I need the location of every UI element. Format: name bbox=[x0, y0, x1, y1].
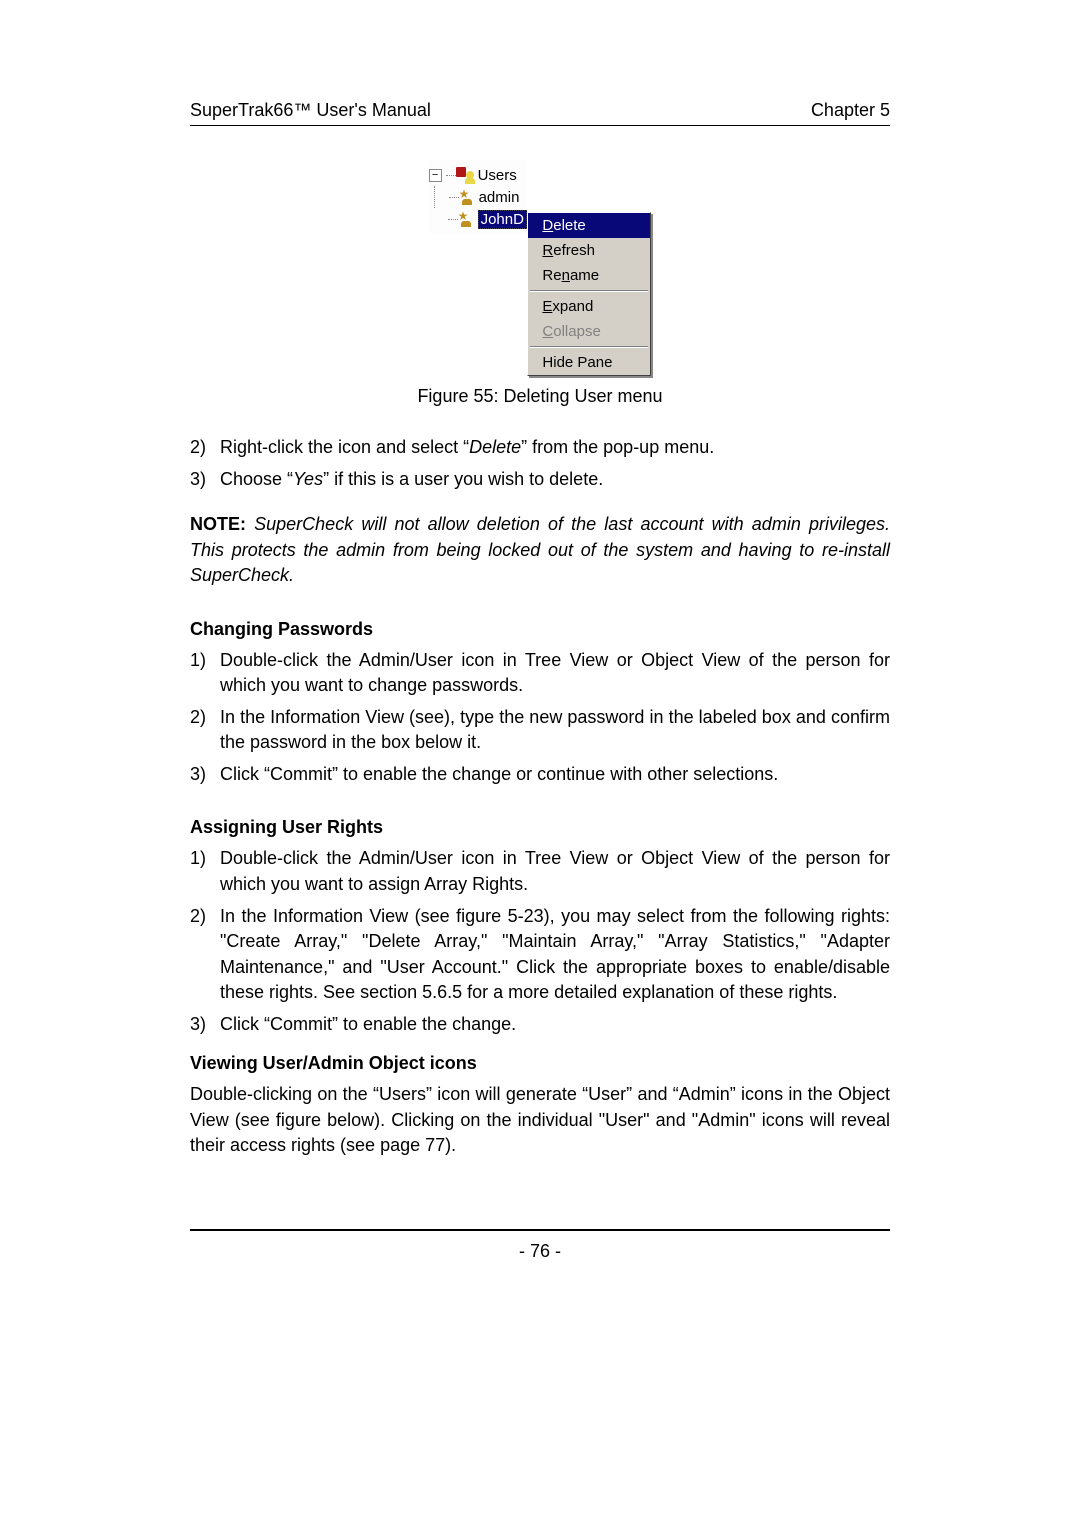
menu-collapse: Collapse bbox=[528, 319, 650, 344]
footer-rule bbox=[190, 1229, 890, 1231]
heading-viewing-icons: Viewing User/Admin Object icons bbox=[190, 1053, 890, 1074]
step-number: 3) bbox=[190, 467, 220, 493]
list-item: 1)Double-click the Admin/User icon in Tr… bbox=[190, 648, 890, 699]
user-icon: ★ bbox=[459, 189, 475, 205]
list-item: 3) Choose “Yes” if this is a user you wi… bbox=[190, 467, 890, 493]
tree-admin-label: admin bbox=[479, 189, 520, 206]
tree-johnd-label: JohnD bbox=[478, 210, 527, 229]
page-header: SuperTrak66™ User's Manual Chapter 5 bbox=[190, 100, 890, 126]
intro-steps: 2) Right-click the icon and select “Dele… bbox=[190, 435, 890, 492]
menu-separator bbox=[530, 346, 648, 348]
list-item: 2)In the Information View (see figure 5-… bbox=[190, 904, 890, 1006]
users-group-icon bbox=[456, 167, 474, 183]
minus-icon[interactable]: − bbox=[429, 169, 442, 182]
page-content: SuperTrak66™ User's Manual Chapter 5 − U… bbox=[190, 0, 890, 1322]
passwords-steps: 1)Double-click the Admin/User icon in Tr… bbox=[190, 648, 890, 788]
note-label: NOTE: bbox=[190, 514, 254, 534]
list-item: 2) Right-click the icon and select “Dele… bbox=[190, 435, 890, 461]
menu-expand[interactable]: Expand bbox=[528, 294, 650, 319]
menu-hide-pane[interactable]: Hide Pane bbox=[528, 350, 650, 375]
note-text: SuperCheck will not allow deletion of th… bbox=[190, 514, 890, 585]
rights-steps: 1)Double-click the Admin/User icon in Tr… bbox=[190, 846, 890, 1037]
page-number: - 76 - bbox=[190, 1241, 890, 1262]
note-block: NOTE: SuperCheck will not allow deletion… bbox=[190, 512, 890, 589]
step-text: Right-click the icon and select “Delete”… bbox=[220, 435, 890, 461]
tree-view: − Users ★ bbox=[429, 160, 527, 234]
list-item: 1)Double-click the Admin/User icon in Tr… bbox=[190, 846, 890, 897]
menu-delete[interactable]: Delete bbox=[528, 213, 650, 238]
viewing-paragraph: Double-clicking on the “Users” icon will… bbox=[190, 1082, 890, 1159]
menu-refresh[interactable]: Refresh bbox=[528, 238, 650, 263]
context-menu: Delete Refresh Rename Expand Collapse Hi… bbox=[527, 212, 651, 376]
step-number: 2) bbox=[190, 435, 220, 461]
list-item: 3)Click “Commit” to enable the change or… bbox=[190, 762, 890, 788]
list-item: 3)Click “Commit” to enable the change. bbox=[190, 1012, 890, 1038]
heading-assigning-rights: Assigning User Rights bbox=[190, 817, 890, 838]
tree-root-row[interactable]: − Users bbox=[429, 164, 527, 186]
tree-item-admin[interactable]: ★ admin bbox=[449, 186, 527, 208]
menu-separator bbox=[530, 290, 648, 292]
heading-changing-passwords: Changing Passwords bbox=[190, 619, 890, 640]
tree-item-johnd[interactable]: ★ JohnD bbox=[448, 208, 527, 230]
step-text: Choose “Yes” if this is a user you wish … bbox=[220, 467, 890, 493]
menu-rename[interactable]: Rename bbox=[528, 263, 650, 288]
list-item: 2)In the Information View (see), type th… bbox=[190, 705, 890, 756]
tree-root-label: Users bbox=[478, 167, 517, 184]
figure-caption: Figure 55: Deleting User menu bbox=[190, 386, 890, 407]
user-icon: ★ bbox=[458, 211, 474, 227]
header-right: Chapter 5 bbox=[811, 100, 890, 121]
figure-55: − Users ★ bbox=[190, 160, 890, 376]
header-left: SuperTrak66™ User's Manual bbox=[190, 100, 431, 121]
